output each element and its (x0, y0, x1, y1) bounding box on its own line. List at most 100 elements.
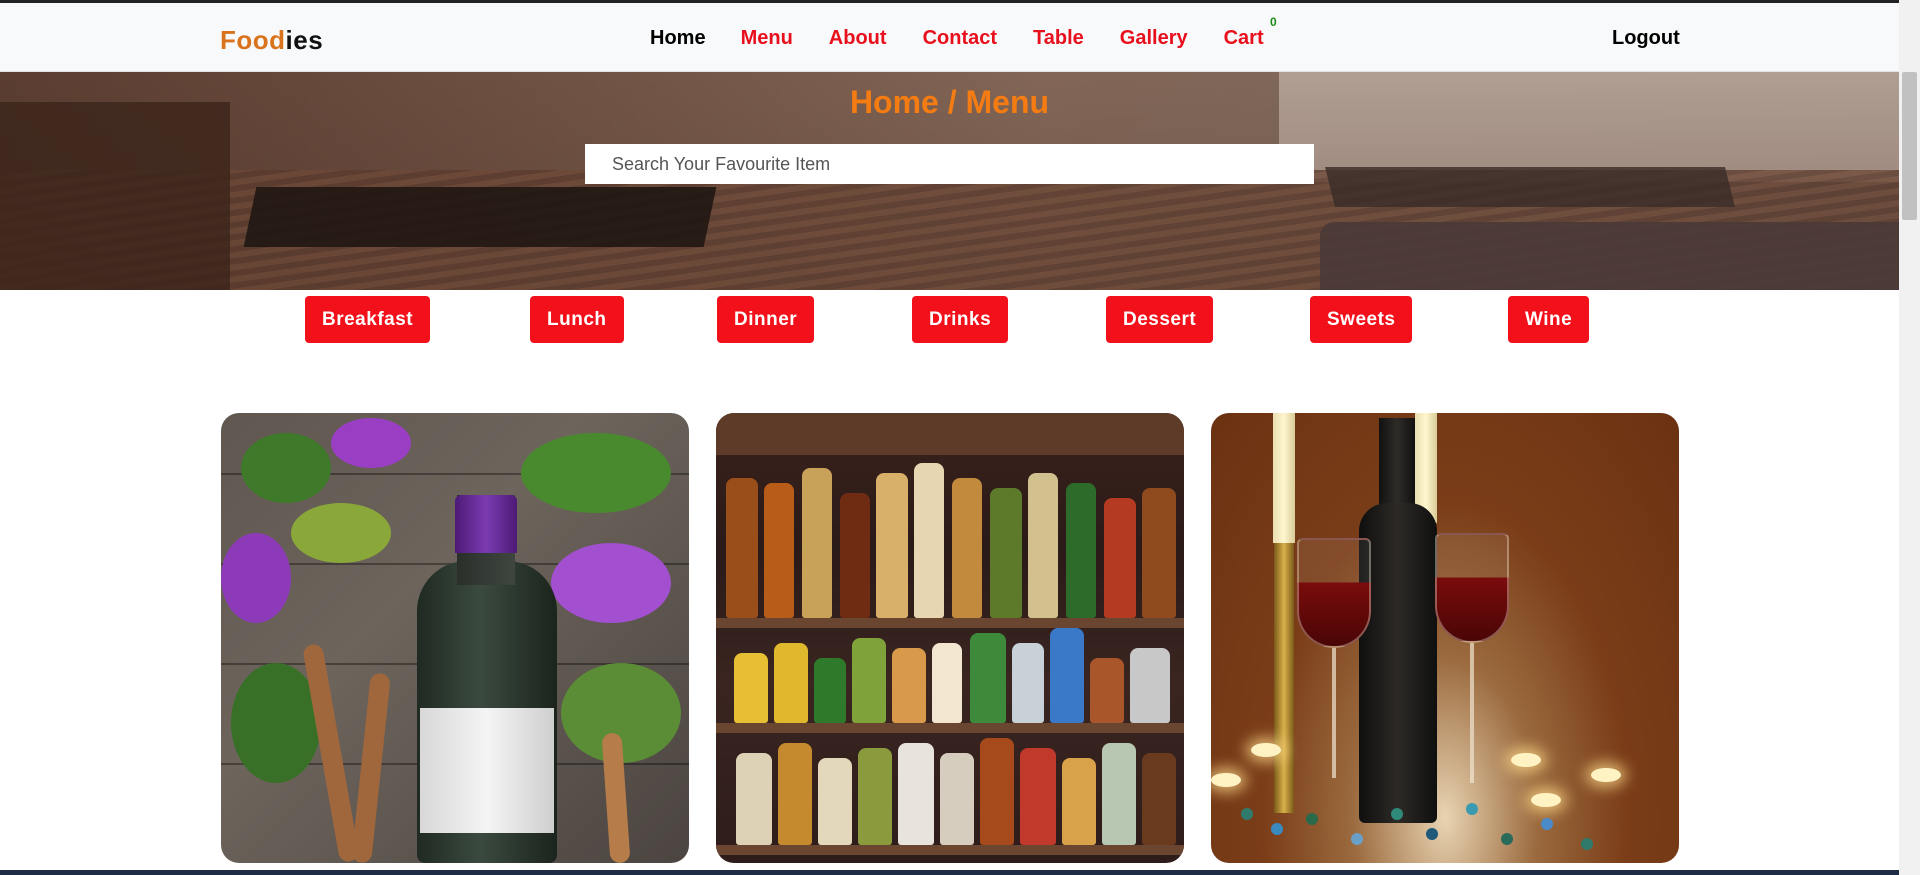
liquor-bottle (1012, 643, 1044, 723)
search-input[interactable] (585, 144, 1314, 184)
dried-wheat (351, 672, 391, 863)
liquor-bottle (1104, 498, 1136, 618)
liquor-bottle (802, 468, 832, 618)
liquor-bottle (940, 753, 974, 845)
glass-bead (1466, 803, 1478, 815)
glass-bead (1241, 808, 1253, 820)
category-sweets-button[interactable]: Sweets (1310, 296, 1413, 343)
liquor-bottle (818, 758, 852, 845)
page: Foodies Home Menu About Contact Table Ga… (0, 0, 1920, 875)
bottom-section-edge (0, 870, 1899, 875)
category-breakfast-button[interactable]: Breakfast (305, 296, 431, 343)
liquor-bottle (1020, 748, 1056, 845)
liquor-bottle (1066, 483, 1096, 618)
hero-sofa (1320, 222, 1899, 290)
liquor-bottle (952, 478, 982, 618)
liquor-bottle (1090, 658, 1124, 723)
flower-cluster (521, 433, 671, 513)
category-drinks-button[interactable]: Drinks (912, 296, 1009, 343)
flower-cluster (221, 533, 291, 623)
nav-table[interactable]: Table (1033, 27, 1084, 50)
navbar: Foodies Home Menu About Contact Table Ga… (0, 3, 1899, 72)
liquor-bottle (1050, 628, 1084, 723)
hero-lounge-table (1325, 167, 1735, 207)
wine-glass-stem (1332, 648, 1336, 778)
flower-cluster (551, 543, 671, 623)
cart-count-badge: 0 (1269, 15, 1277, 29)
category-dinner-button[interactable]: Dinner (717, 296, 815, 343)
glass-bead (1426, 828, 1438, 840)
tea-light-candle (1591, 768, 1621, 782)
nav-menu[interactable]: Menu (741, 27, 793, 50)
glass-bead (1581, 838, 1593, 850)
brand-part-ies: ies (285, 25, 324, 55)
liquor-bottle (970, 633, 1006, 723)
category-dessert-button[interactable]: Dessert (1106, 296, 1214, 343)
liquor-bottle (1142, 753, 1176, 845)
hero-chair (0, 102, 230, 290)
flower-cluster (241, 433, 331, 503)
category-wine-button[interactable]: Wine (1508, 296, 1590, 343)
liquor-bottle (932, 643, 962, 723)
liquor-bottle (892, 648, 926, 723)
nav-home[interactable]: Home (650, 27, 706, 50)
liquor-bottle (1142, 488, 1176, 618)
liquor-bottle (774, 643, 808, 723)
wine-glass-stem (1470, 643, 1474, 783)
scrollbar-thumb[interactable] (1902, 72, 1917, 220)
glass-bead (1271, 823, 1283, 835)
liquor-bottle (898, 743, 934, 845)
tea-light-candle (1211, 773, 1241, 787)
liquor-bottle (1130, 648, 1170, 723)
wine-bottle-blank-label (420, 708, 554, 833)
brand-logo[interactable]: Foodies (220, 25, 323, 56)
candlestick (1274, 543, 1294, 813)
wine-glass-left (1297, 538, 1371, 648)
category-lunch-button[interactable]: Lunch (530, 296, 624, 343)
flower-cluster (291, 503, 391, 563)
wine-bottle-cap (455, 495, 517, 553)
glass-bead (1351, 833, 1363, 845)
brand-part-food: Food (220, 25, 286, 55)
nav-links: Home Menu About Contact Table Gallery Ca… (650, 15, 1300, 50)
liquor-bottle (840, 493, 870, 618)
tea-light-candle (1251, 743, 1281, 757)
wine-glass-right (1435, 533, 1509, 643)
nav-about[interactable]: About (829, 27, 887, 50)
liquor-bottle (980, 738, 1014, 845)
liquor-bottle (764, 483, 794, 618)
tea-light-candle (1531, 793, 1561, 807)
liquor-bottle (736, 753, 772, 845)
hero-banner: Home / Menu (0, 72, 1899, 290)
bar-shelf-top (716, 413, 1184, 455)
liquor-bottle (914, 463, 944, 618)
nav-cart-label: Cart (1223, 27, 1264, 49)
nav-contact[interactable]: Contact (923, 27, 997, 50)
glass-bead (1306, 813, 1318, 825)
menu-item-card-red-wine-candles[interactable] (1211, 413, 1679, 863)
liquor-bottle (778, 743, 812, 845)
glass-bead (1391, 808, 1403, 820)
nav-cart[interactable]: Cart 0 (1223, 15, 1277, 50)
glass-bead (1501, 833, 1513, 845)
liquor-bottle (726, 478, 758, 618)
liquor-bottle (858, 748, 892, 845)
liquor-bottle (1062, 758, 1096, 845)
liquor-bottle (1028, 473, 1058, 618)
glass-bead (1541, 818, 1553, 830)
menu-item-card-bar-shelf[interactable] (716, 413, 1184, 863)
flower-cluster (331, 418, 411, 468)
nav-gallery[interactable]: Gallery (1120, 27, 1188, 50)
hero-dining-table (243, 187, 717, 247)
candle (1273, 413, 1295, 543)
menu-item-card-wine-bottle-flowers[interactable] (221, 413, 689, 863)
logout-link[interactable]: Logout (1612, 27, 1680, 50)
liquor-bottle (1102, 743, 1136, 845)
liquor-bottle (852, 638, 886, 723)
bar-shelf (716, 723, 1184, 733)
bar-shelf (716, 618, 1184, 628)
tea-light-candle (1511, 753, 1541, 767)
page-title: Home / Menu (849, 84, 1050, 120)
liquor-bottle (814, 658, 846, 723)
liquor-bottle (990, 488, 1022, 618)
